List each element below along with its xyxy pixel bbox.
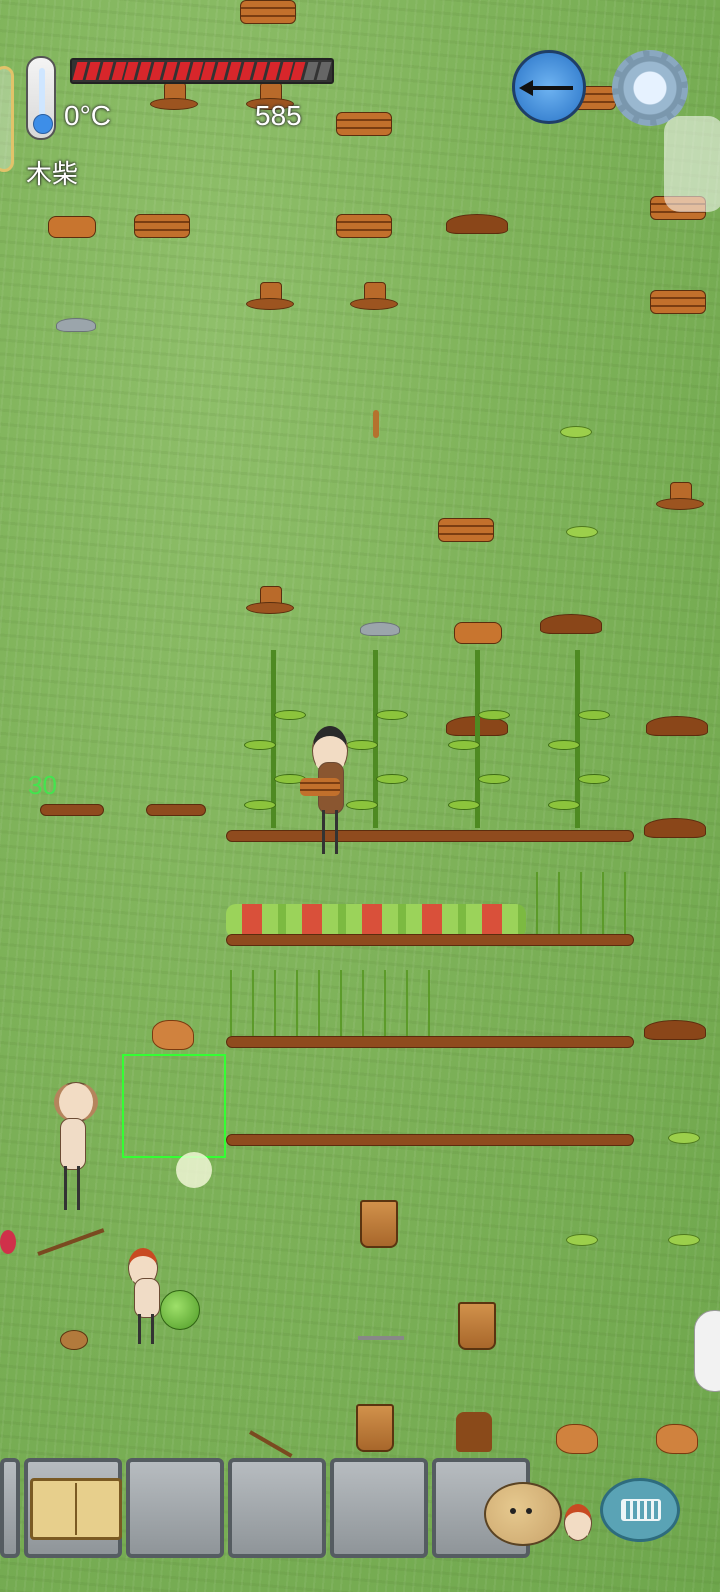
health-segment [239, 62, 255, 80]
temperature-readout: 0°C [64, 100, 111, 131]
health-bar [70, 58, 334, 84]
npc-child[interactable] [558, 1504, 598, 1564]
firewood-pile[interactable] [336, 214, 392, 238]
player-character[interactable] [300, 726, 352, 856]
corn-plant[interactable] [448, 650, 510, 830]
dirt-mound[interactable] [540, 614, 602, 634]
berry-bush[interactable] [160, 1290, 200, 1330]
keyboard-icon[interactable] [600, 1478, 680, 1542]
firewood-pile[interactable] [240, 0, 296, 24]
sheep[interactable] [694, 1310, 720, 1392]
health-segment [175, 62, 191, 80]
tree-stump[interactable] [150, 82, 198, 110]
bean-row[interactable] [526, 872, 636, 938]
leaf[interactable] [668, 1234, 700, 1246]
selection-box [122, 1054, 226, 1158]
tree-stump[interactable] [656, 482, 704, 510]
hotbar-slot[interactable] [126, 1458, 224, 1558]
corn-plant[interactable] [346, 650, 408, 830]
npc-villager[interactable] [48, 1082, 98, 1216]
dirt-mound[interactable] [644, 1020, 706, 1040]
left-side-tab[interactable] [0, 66, 14, 172]
gear-icon[interactable] [612, 50, 688, 126]
log[interactable] [48, 216, 96, 238]
dead-shrub[interactable] [456, 1412, 492, 1452]
flint-stone[interactable] [56, 318, 96, 332]
basket[interactable] [360, 1200, 398, 1248]
held-item-label: 木柴 [26, 159, 79, 189]
corn-plant[interactable] [548, 650, 610, 830]
firewood-pile[interactable] [438, 518, 494, 542]
game-world[interactable] [0, 0, 720, 1592]
clay-lump[interactable] [152, 1020, 194, 1050]
touch-cursor [176, 1152, 212, 1188]
side-panel[interactable] [664, 116, 720, 212]
firewood-pile[interactable] [336, 112, 392, 136]
tilled-row[interactable] [226, 934, 634, 946]
red-berry[interactable] [0, 1230, 16, 1254]
leaf[interactable] [560, 426, 592, 438]
basket[interactable] [458, 1302, 496, 1350]
hoe-tool[interactable] [37, 1228, 105, 1256]
tomato-row[interactable] [226, 904, 526, 938]
basket[interactable] [356, 1404, 394, 1452]
flint-stone[interactable] [360, 622, 400, 636]
book-icon[interactable] [30, 1478, 122, 1540]
clay-lump[interactable] [656, 1424, 698, 1454]
leaf[interactable] [566, 526, 598, 538]
leaf[interactable] [566, 1234, 598, 1246]
health-segment [85, 62, 101, 80]
compass-icon[interactable] [512, 50, 586, 124]
hotbar-slot[interactable] [228, 1458, 326, 1558]
tree-stump[interactable] [246, 586, 294, 614]
health-segment [162, 62, 178, 80]
round-basket[interactable] [60, 1330, 88, 1350]
npc-child[interactable] [122, 1248, 168, 1348]
dirt-mound[interactable] [446, 214, 508, 234]
tilled-row[interactable] [226, 830, 634, 842]
dirt-mound[interactable] [644, 818, 706, 838]
tree-stump[interactable] [350, 282, 398, 310]
hunger-indicator: 30 [28, 770, 57, 800]
knife-tool[interactable] [358, 1336, 404, 1340]
bean-row[interactable] [220, 970, 436, 1036]
corn-plant[interactable] [244, 650, 306, 830]
thermometer-icon [26, 56, 56, 140]
tilled-row[interactable] [226, 1036, 634, 1048]
health-segment [265, 62, 280, 80]
firewood-pile[interactable] [650, 290, 706, 314]
axe-tool[interactable] [249, 1430, 293, 1458]
held-firewood [300, 778, 340, 796]
hotbar-slot[interactable] [330, 1458, 428, 1558]
health-segment [98, 62, 113, 80]
tilled-row[interactable] [40, 804, 104, 816]
age-counter: 585 [255, 100, 302, 131]
stake[interactable] [373, 410, 379, 438]
leaf[interactable] [668, 1132, 700, 1144]
clay-lump[interactable] [556, 1424, 598, 1454]
dirt-mound[interactable] [646, 716, 708, 736]
health-segment [316, 62, 332, 80]
tilled-row[interactable] [226, 1134, 634, 1146]
health-segment [252, 62, 268, 80]
firewood-pile[interactable] [134, 214, 190, 238]
tree-stump[interactable] [246, 282, 294, 310]
log[interactable] [454, 622, 502, 644]
potato-face-icon[interactable] [484, 1482, 562, 1546]
tilled-row[interactable] [146, 804, 206, 816]
hotbar-slot[interactable] [0, 1458, 20, 1558]
